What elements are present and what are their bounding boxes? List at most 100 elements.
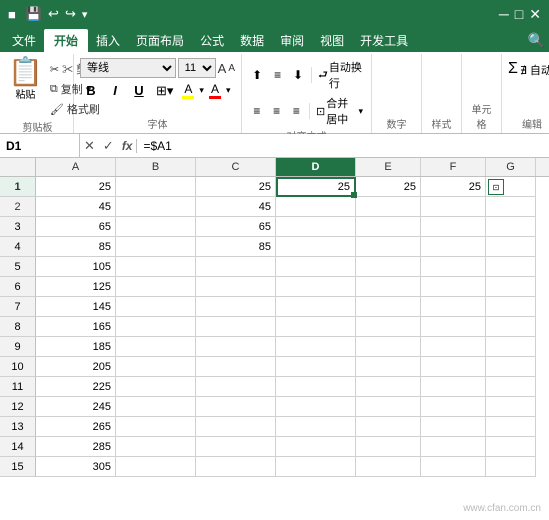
col-header-A[interactable]: A (36, 158, 116, 176)
col-header-B[interactable]: B (116, 158, 196, 176)
tab-pagelayout[interactable]: 页面布局 (128, 29, 192, 52)
cell-A1[interactable]: 25 (36, 177, 116, 197)
row-header-12[interactable]: 12 (0, 397, 36, 417)
cell-B2[interactable] (116, 197, 196, 217)
formula-cancel-icon[interactable]: ✕ (80, 138, 99, 154)
cell-D1[interactable]: 25 (276, 177, 356, 197)
cell-A9[interactable]: 185 (36, 337, 116, 357)
underline-button[interactable]: U (128, 81, 150, 101)
increase-font-icon[interactable]: A (218, 61, 227, 76)
cell-A12[interactable]: 245 (36, 397, 116, 417)
cell-A13[interactable]: 265 (36, 417, 116, 437)
cell-G2[interactable] (486, 197, 536, 217)
row-header-1[interactable]: 1 (0, 177, 36, 197)
cell-E5[interactable] (356, 257, 421, 277)
merge-center-button[interactable]: ⊡ 合并居中 ▾ (314, 94, 365, 128)
close-icon[interactable]: ✕ (529, 6, 541, 23)
formula-input[interactable] (137, 134, 549, 157)
row-header-9[interactable]: 9 (0, 337, 36, 357)
col-header-E[interactable]: E (356, 158, 421, 176)
tab-insert[interactable]: 插入 (88, 29, 128, 52)
cell-G4[interactable] (486, 237, 536, 257)
minimize-icon[interactable]: ─ (499, 6, 509, 22)
row-header-10[interactable]: 10 (0, 357, 36, 377)
align-left-button[interactable]: ≡ (248, 101, 266, 121)
tab-home[interactable]: 开始 (44, 29, 88, 52)
cell-D4[interactable] (276, 237, 356, 257)
row-header-7[interactable]: 7 (0, 297, 36, 317)
fill-button[interactable]: ∄ 自动 (520, 62, 549, 78)
align-bottom-button[interactable]: ⬇ (289, 65, 307, 85)
cell-D2[interactable] (276, 197, 356, 217)
cell-A6[interactable]: 125 (36, 277, 116, 297)
cell-B3[interactable] (116, 217, 196, 237)
auto-sum-button[interactable]: Σ (508, 60, 518, 78)
italic-button[interactable]: I (104, 81, 126, 101)
col-header-D[interactable]: D (276, 158, 356, 176)
tab-view[interactable]: 视图 (312, 29, 352, 52)
cell-D3[interactable] (276, 217, 356, 237)
fill-color-button[interactable]: A (179, 80, 197, 101)
cell-E2[interactable] (356, 197, 421, 217)
row-header-11[interactable]: 11 (0, 377, 36, 397)
cell-F4[interactable] (421, 237, 486, 257)
col-header-G[interactable]: G (486, 158, 536, 176)
row-header-8[interactable]: 8 (0, 317, 36, 337)
font-size-selector[interactable]: 11 (178, 58, 216, 78)
auto-wrap-button[interactable]: ⮐ 自动换行 (316, 58, 365, 92)
cell-A10[interactable]: 205 (36, 357, 116, 377)
formula-confirm-icon[interactable]: ✓ (99, 138, 118, 154)
paste-button[interactable]: 📋 粘贴 (6, 56, 45, 103)
cell-A5[interactable]: 105 (36, 257, 116, 277)
redo-icon[interactable]: ↪ (65, 6, 76, 22)
tab-formulas[interactable]: 公式 (192, 29, 232, 52)
align-middle-button[interactable]: ≡ (268, 65, 286, 85)
fill-dropdown[interactable]: ▾ (199, 85, 204, 96)
cell-A3[interactable]: 65 (36, 217, 116, 237)
decrease-font-icon[interactable]: A (228, 63, 235, 74)
tab-developer[interactable]: 开发工具 (352, 29, 416, 52)
cell-E4[interactable] (356, 237, 421, 257)
font-color-button[interactable]: A (206, 80, 224, 101)
fx-label[interactable]: fx (118, 139, 138, 153)
row-header-15[interactable]: 15 (0, 457, 36, 477)
merge-dropdown-icon[interactable]: ▾ (358, 106, 363, 117)
row-header-3[interactable]: 3 (0, 217, 36, 237)
cell-A15[interactable]: 305 (36, 457, 116, 477)
bold-button[interactable]: B (80, 81, 102, 101)
cell-A8[interactable]: 165 (36, 317, 116, 337)
font-name-selector[interactable]: 等线 (80, 58, 176, 78)
row-header-13[interactable]: 13 (0, 417, 36, 437)
cell-A14[interactable]: 285 (36, 437, 116, 457)
cell-A7[interactable]: 145 (36, 297, 116, 317)
cell-D5[interactable] (276, 257, 356, 277)
row-header-6[interactable]: 6 (0, 277, 36, 297)
undo-icon[interactable]: ↩ (48, 6, 59, 22)
search-icon[interactable]: 🔍 (528, 32, 545, 49)
row-header-4[interactable]: 4 (0, 237, 36, 257)
align-right-button[interactable]: ≡ (287, 101, 305, 121)
cell-C2[interactable]: 45 (196, 197, 276, 217)
tab-file[interactable]: 文件 (4, 29, 44, 52)
align-center-button[interactable]: ≡ (268, 101, 286, 121)
cell-G1[interactable]: ⊡ (486, 177, 536, 197)
cell-E3[interactable] (356, 217, 421, 237)
cell-B1[interactable] (116, 177, 196, 197)
cell-A2[interactable]: 45 (36, 197, 116, 217)
autofill-popup-button[interactable]: ⊡ (488, 179, 504, 195)
tab-data[interactable]: 数据 (232, 29, 272, 52)
align-top-button[interactable]: ⬆ (248, 65, 266, 85)
row-header-5[interactable]: 5 (0, 257, 36, 277)
cell-B5[interactable] (116, 257, 196, 277)
cell-C5[interactable] (196, 257, 276, 277)
row-header-2[interactable]: 2 (0, 197, 36, 217)
cell-A11[interactable]: 225 (36, 377, 116, 397)
cell-C4[interactable]: 85 (196, 237, 276, 257)
row-header-14[interactable]: 14 (0, 437, 36, 457)
customize-icon[interactable]: ▾ (82, 8, 88, 21)
tab-review[interactable]: 审阅 (272, 29, 312, 52)
cell-G3[interactable] (486, 217, 536, 237)
col-header-F[interactable]: F (421, 158, 486, 176)
cell-C3[interactable]: 65 (196, 217, 276, 237)
autofill-handle[interactable] (351, 192, 357, 198)
